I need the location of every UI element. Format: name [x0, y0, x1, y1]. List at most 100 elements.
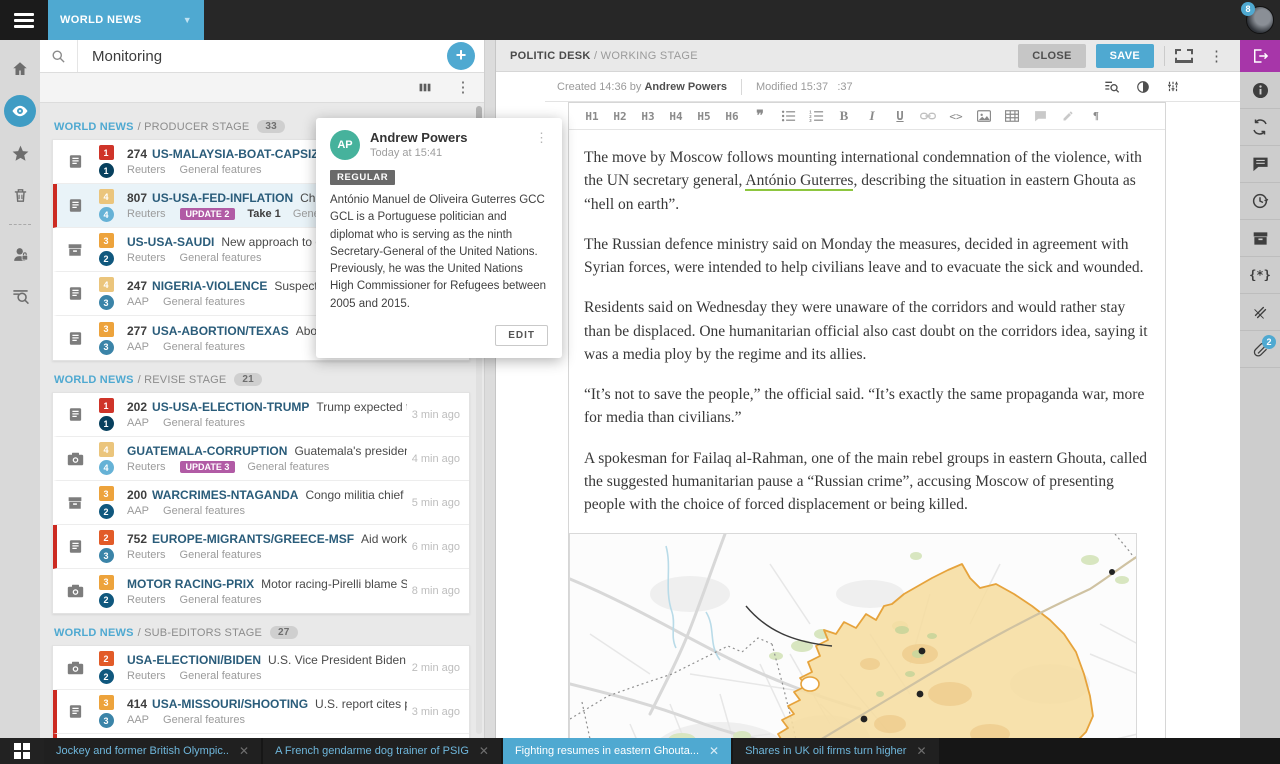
list-item[interactable]: 4 4 GUATEMALA-CORRUPTIONGuatemala's pres… — [53, 437, 469, 481]
code-button[interactable]: <> — [943, 105, 969, 127]
close-icon[interactable]: ✕ — [239, 744, 249, 758]
save-button[interactable]: SAVE — [1096, 44, 1154, 68]
item-number: 752 — [127, 532, 147, 546]
item-number: 247 — [127, 279, 147, 293]
item-source: AAP — [127, 505, 149, 517]
unordered-list-button[interactable] — [775, 105, 801, 127]
list-item[interactable]: 2 2 USA-ELECTIONI/BIDENU.S. Vice Preside… — [53, 646, 469, 690]
list-item[interactable]: 2 3 752EUROPE-MIGRANTS/GREECE-MSFAid wor… — [53, 525, 469, 569]
underline-button[interactable]: U — [887, 105, 913, 127]
heading-button-h3[interactable]: H3 — [635, 105, 661, 127]
close-icon[interactable]: ✕ — [479, 744, 489, 758]
heading-button-h2[interactable]: H2 — [607, 105, 633, 127]
workqueue-tab[interactable]: Shares in UK oil firms turn higher ✕ — [733, 738, 938, 764]
bold-button[interactable]: B — [831, 105, 857, 127]
comments-tab-button[interactable] — [1240, 146, 1280, 183]
suggestions-tab-button[interactable] — [1240, 294, 1280, 331]
list-item[interactable]: 1 1 202US-USA-ELECTION-TRUMPTrump expect… — [53, 393, 469, 437]
item-type-cell — [57, 584, 93, 598]
stage-name: / SUB-EDITORS STAGE — [138, 627, 262, 639]
priority-badge: 2 — [99, 651, 114, 666]
minimize-to-bar-icon[interactable] — [1175, 49, 1193, 63]
article-body[interactable]: The move by Moscow follows mounting inte… — [569, 130, 1165, 516]
article-paragraph[interactable]: A spokesman for Failaq al-Rahman, one of… — [584, 447, 1150, 517]
associations-tab-button[interactable] — [1240, 109, 1280, 146]
info-tab-button[interactable] — [1240, 72, 1280, 109]
global-search-button[interactable] — [0, 275, 40, 317]
starred-button[interactable] — [0, 132, 40, 174]
link-button[interactable] — [915, 105, 941, 127]
heading-button-h4[interactable]: H4 — [663, 105, 689, 127]
italic-button[interactable]: I — [859, 105, 885, 127]
urgency-badge: 3 — [99, 713, 114, 728]
annotate-pencil-button[interactable] — [1055, 105, 1081, 127]
close-icon[interactable]: ✕ — [916, 744, 926, 758]
list-item[interactable]: 3 2 MOTOR RACING-PRIXMotor racing-Pirell… — [53, 569, 469, 613]
article-paragraph[interactable]: The move by Moscow follows mounting inte… — [584, 146, 1150, 216]
list-item[interactable]: 3 3 414USA-MISSOURI/SHOOTINGU.S. report … — [53, 690, 469, 734]
item-source: Reuters — [127, 594, 166, 606]
find-replace-icon[interactable] — [1104, 80, 1120, 94]
priority-badge: 3 — [99, 575, 114, 590]
workqueue-grid-button[interactable] — [0, 738, 44, 764]
macros-tab-button[interactable]: {*} — [1240, 257, 1280, 294]
comment-button[interactable] — [1027, 105, 1053, 127]
stage-count-badge: 27 — [270, 626, 298, 639]
spike-trash-button[interactable] — [0, 174, 40, 216]
attachments-tab-button[interactable]: 2 — [1240, 331, 1280, 368]
workqueue-tab[interactable]: Fighting resumes in eastern Ghouta... ✕ — [503, 738, 731, 764]
heading-button-h5[interactable]: H5 — [691, 105, 717, 127]
star-icon — [11, 144, 30, 163]
column-view-toggle[interactable] — [410, 76, 440, 100]
list-item[interactable]: 3 2 200WARCRIMES-NTAGANDACongo militia c… — [53, 481, 469, 525]
stage-desk-link[interactable]: WORLD NEWS — [54, 374, 134, 386]
history-tab-button[interactable] — [1240, 183, 1280, 220]
stage-desk-link[interactable]: WORLD NEWS — [54, 121, 134, 133]
blockquote-button[interactable]: ❞ — [747, 105, 773, 127]
editor-menu-button[interactable]: ⋮ — [1203, 47, 1230, 65]
popup-edit-button[interactable]: EDIT — [495, 325, 548, 346]
annotated-text[interactable]: António Guterres — [745, 172, 853, 191]
article-paragraph[interactable]: Residents said on Wednesday they were un… — [584, 296, 1150, 366]
popup-menu-button[interactable]: ⋮ — [535, 130, 548, 146]
editor-settings-icon[interactable] — [1166, 80, 1180, 94]
send-to-button[interactable] — [1240, 40, 1280, 72]
packages-tab-button[interactable] — [1240, 220, 1280, 257]
table-button[interactable] — [999, 105, 1025, 127]
item-slugline: USA-ABORTION/TEXAS — [152, 324, 289, 338]
item-summary: 200WARCRIMES-NTAGANDACongo militia chief… — [119, 488, 407, 517]
heading-button-h1[interactable]: H1 — [579, 105, 605, 127]
top-bar: WORLD NEWS ▼ 8 — [0, 0, 1280, 40]
desk-selector-dropdown[interactable]: WORLD NEWS ▼ — [48, 0, 204, 40]
ordered-list-button[interactable]: 123 — [803, 105, 829, 127]
user-avatar[interactable]: 8 — [1240, 0, 1280, 40]
link-icon — [920, 111, 936, 121]
workqueue-tab[interactable]: A French gendarme dog trainer of PSIG ✕ — [263, 738, 501, 764]
personal-items-button[interactable] — [0, 233, 40, 275]
text-item-icon — [68, 331, 83, 346]
embed-image-button[interactable] — [971, 105, 997, 127]
heading-button-h6[interactable]: H6 — [719, 105, 745, 127]
item-summary: 752EUROPE-MIGRANTS/GREECE-MSFAid worker … — [119, 532, 407, 561]
stage-desk-link[interactable]: WORLD NEWS — [54, 627, 134, 639]
pilcrow-button[interactable]: ¶ — [1083, 105, 1109, 127]
monitoring-button[interactable] — [0, 90, 40, 132]
article-paragraph[interactable]: “It’s not to save the people,” the offic… — [584, 383, 1150, 430]
create-item-button[interactable]: + — [447, 42, 475, 70]
urgency-badge: 3 — [99, 340, 114, 355]
article-paragraph[interactable]: The Russian defence ministry said on Mon… — [584, 233, 1150, 280]
monitoring-menu-button[interactable]: ⋮ — [448, 76, 478, 100]
item-source: AAP — [127, 341, 149, 353]
hamburger-menu-button[interactable] — [0, 0, 48, 40]
search-input[interactable]: Monitoring — [78, 48, 447, 65]
attachments-count-badge: 2 — [1262, 335, 1276, 349]
search-icon[interactable] — [40, 40, 78, 72]
home-button[interactable] — [0, 48, 40, 90]
theme-contrast-icon[interactable] — [1136, 80, 1150, 94]
workqueue-tab[interactable]: Jockey and former British Olympic.. ✕ — [44, 738, 261, 764]
format-toolbar: H1H2H3H4H5H6 ❞ 123 B I U <> — [569, 103, 1165, 130]
close-button[interactable]: CLOSE — [1018, 44, 1085, 68]
item-category: General features — [163, 714, 245, 726]
item-timestamp: 5 min ago — [407, 497, 469, 509]
close-icon[interactable]: ✕ — [709, 744, 719, 758]
